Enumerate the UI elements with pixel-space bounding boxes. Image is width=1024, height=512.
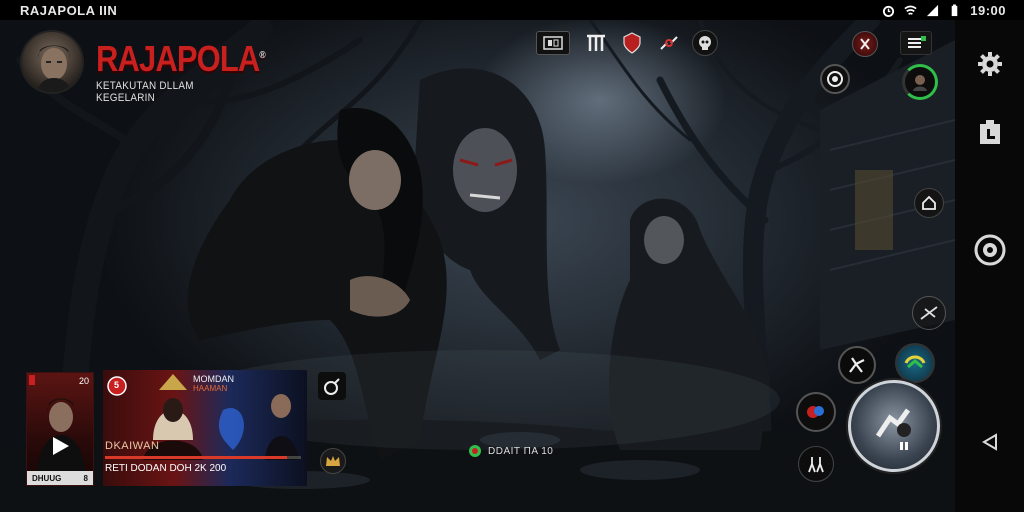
emblem-icon[interactable] — [852, 31, 878, 57]
status-readout: DDAIT ΠΑ 10 — [468, 444, 553, 458]
game-logo: RAJAPOLA® KETAKUTAN DLLAM KEGELARIN — [20, 30, 266, 104]
link-icon[interactable] — [656, 31, 682, 55]
target-glyph — [974, 234, 1005, 266]
feature-badge: 5 — [114, 380, 120, 390]
compass-glyph — [827, 71, 843, 87]
play-icon[interactable] — [53, 437, 69, 455]
blade-glyph — [920, 306, 938, 320]
dance-icon[interactable] — [798, 446, 834, 482]
back-triangle-icon[interactable] — [955, 422, 1024, 462]
crown-glyph — [326, 456, 340, 466]
clock: 19:00 — [970, 2, 1006, 18]
skull-icon[interactable] — [692, 30, 718, 56]
feature-meta: RETI DODAN DOH 2K 200 — [105, 463, 227, 474]
character-card-art — [29, 375, 85, 473]
gear-glyph — [977, 52, 1002, 76]
shield-icon[interactable] — [620, 31, 644, 55]
compass-icon[interactable] — [820, 64, 850, 94]
health-ring-icon[interactable] — [902, 64, 938, 100]
game-subtitle: KETAKUTAN DLLAM KEGELARIN — [96, 80, 194, 104]
wifi-icon — [904, 5, 917, 15]
hero-portrait — [36, 45, 72, 92]
skull-glyph — [699, 36, 711, 50]
character-card[interactable]: 20 DHUUG 8 — [26, 372, 94, 486]
crown-icon[interactable] — [320, 448, 346, 474]
readout-icon — [469, 445, 481, 457]
globe-glyph — [904, 355, 926, 369]
feature-subtitle: HAAMAN — [193, 384, 228, 393]
game-title: RAJAPOLA® — [96, 38, 266, 80]
gate-icon[interactable] — [584, 31, 608, 55]
house-icon[interactable] — [914, 188, 944, 218]
feature-name: DKAIWAN — [105, 440, 160, 452]
readout-text: DDAIT ΠΑ 10 — [488, 445, 554, 457]
target-icon[interactable] — [955, 230, 1024, 270]
feature-card[interactable]: 5 MOMDAN HAAMAN DKAIWAN RETI DODAN DOH 2… — [103, 370, 307, 486]
beast-glyph — [849, 357, 865, 373]
character-caption: DHUUG 8 — [27, 471, 93, 485]
trademark-mark: ® — [259, 50, 265, 61]
hero-avatar[interactable] — [20, 30, 84, 94]
right-rail — [955, 20, 1024, 512]
app-name: RAJAPOLA IIN — [20, 2, 118, 18]
clipboard-icon[interactable] — [955, 112, 1024, 152]
game-title-text: RAJAPOLA — [96, 38, 260, 79]
menu-glyph — [908, 36, 926, 48]
globe-icon[interactable] — [895, 343, 935, 383]
character-count: 8 — [83, 473, 88, 483]
feature-progress-bar — [105, 456, 301, 459]
link-glyph — [660, 36, 678, 50]
attack-glyph — [807, 406, 824, 418]
signal-icon — [927, 4, 939, 16]
main-action-button[interactable] — [848, 380, 940, 472]
bomb-icon[interactable] — [318, 372, 346, 400]
alarm-icon — [883, 5, 895, 17]
feature-progress-fill — [105, 456, 288, 459]
beast-icon[interactable] — [838, 346, 876, 384]
attack-icon[interactable] — [796, 392, 836, 432]
dance-glyph — [808, 457, 824, 473]
house-glyph — [922, 195, 936, 210]
health-glyph — [913, 75, 927, 91]
menu-icon[interactable] — [900, 31, 932, 55]
character-name: DHUUG — [32, 473, 62, 483]
inventory-glyph — [543, 36, 563, 50]
bomb-glyph — [324, 378, 340, 395]
status-bar: RAJAPOLA IIN 19:00 — [0, 0, 1024, 20]
clipboard-glyph — [979, 120, 1000, 144]
back-glyph — [981, 433, 997, 451]
character-level: 20 — [78, 376, 89, 386]
emblem-glyph — [860, 38, 870, 50]
battery-icon — [951, 3, 958, 16]
gate-glyph — [587, 34, 605, 51]
blade-icon[interactable] — [912, 296, 946, 330]
gear-icon[interactable] — [955, 44, 1024, 84]
inventory-icon[interactable] — [536, 31, 570, 55]
main-action-art — [875, 408, 911, 450]
feature-title: MOMDAN — [193, 374, 234, 384]
shield-glyph — [623, 32, 641, 54]
